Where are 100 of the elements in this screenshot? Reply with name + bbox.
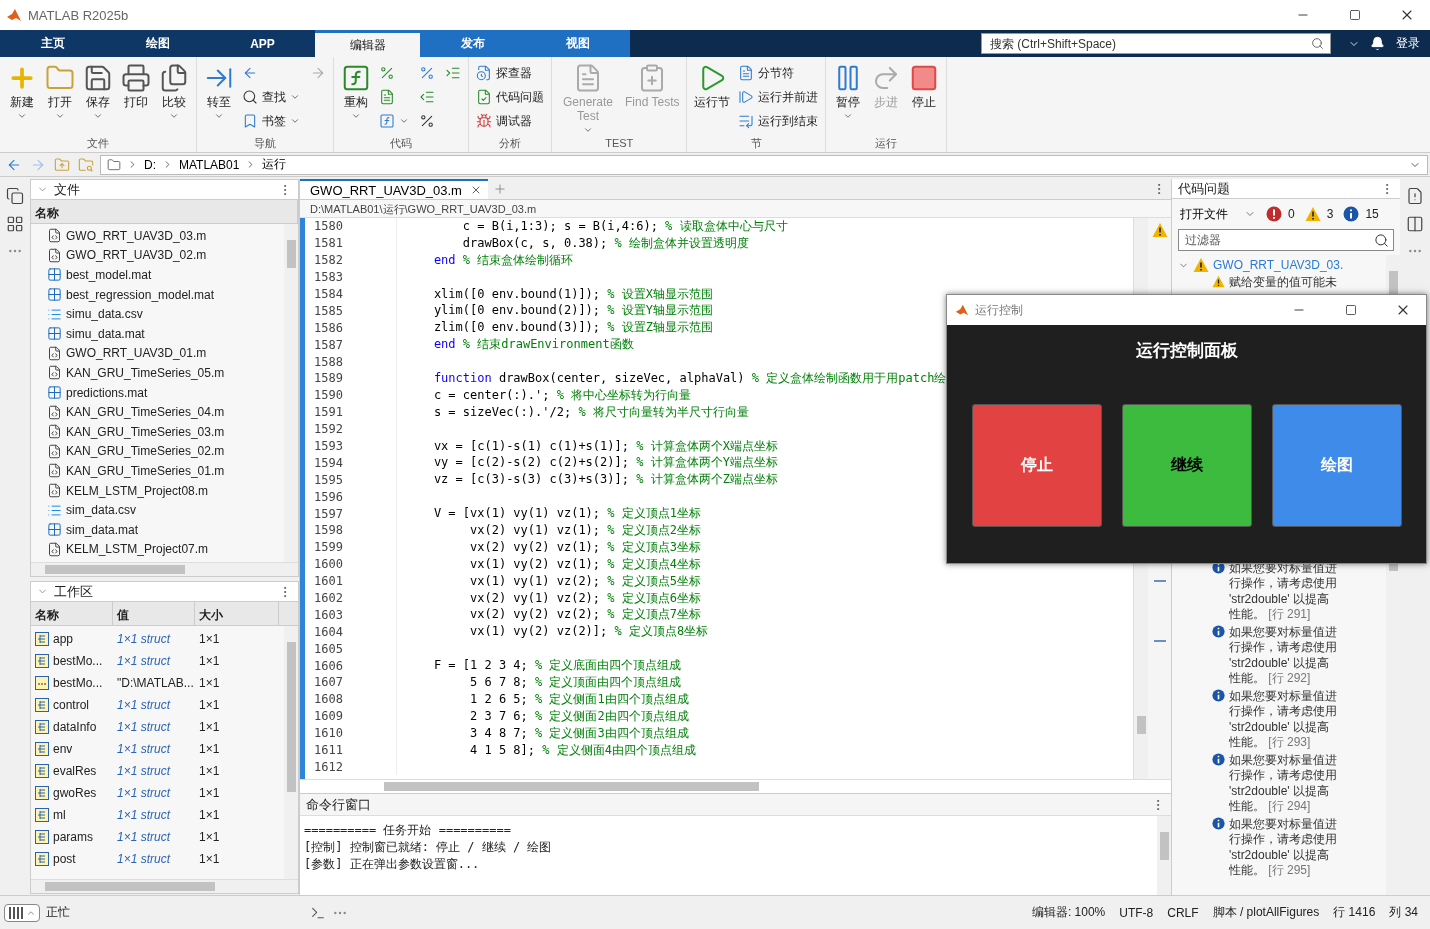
- code-line: vz = [c(3)-s(3) c(3)+s(3)]; % 计算盒体两个Z端点坐标: [432, 471, 778, 489]
- variable-value: "D:\MATLAB...: [117, 676, 194, 690]
- line-number: 1594: [313, 455, 344, 470]
- variable-size: 1×1: [199, 654, 220, 668]
- variable-size: 1×1: [199, 830, 220, 844]
- variable-size: 1×1: [199, 632, 220, 646]
- code-line: 2 3 7 6; % 定义侧面2由四个顶点组成: [469, 707, 689, 725]
- line-number: 1605: [313, 641, 344, 656]
- code-line: drawBox(c, s, 0.38); % 绘制盒体并设置透明度: [461, 234, 749, 252]
- console-line: [参数] 正在弹出参数设置窗...: [304, 856, 481, 873]
- panel-heading: 运行控制面板: [1135, 340, 1238, 362]
- code-line: vx(1) vy(1) vz(2); % 定义顶点5坐标: [469, 572, 701, 590]
- line-number: 1583: [313, 270, 344, 285]
- line-number: 1600: [313, 557, 344, 572]
- code-line: ylim([0 env.bound(2)]); % 设置Y轴显示范围: [432, 302, 713, 320]
- line-number: 1606: [313, 658, 344, 673]
- code-line: vy = [c(2)-s(2) c(2)+s(2)]; % 计算盒体两个Y端点坐标: [432, 454, 778, 472]
- info-count: 15: [1365, 207, 1379, 221]
- variable-size: 1×1: [199, 742, 220, 756]
- code-line: 4 1 5 8]; % 定义侧面4由四个顶点组成: [469, 741, 696, 759]
- error-count: 0: [1288, 207, 1295, 221]
- line-number: 1598: [313, 523, 344, 538]
- code-line: vx(2) vy(2) vz(1); % 定义顶点3坐标: [469, 538, 701, 556]
- line-number: 1599: [313, 540, 344, 555]
- status-text: 正忙: [46, 904, 71, 921]
- line-number: 1607: [313, 675, 344, 690]
- code-line: function drawBox(center, sizeVec, alphaVal) % 定义盒体绘制函数用于用patch绘: [432, 369, 947, 387]
- code-line: 1 2 6 5; % 定义侧面1由四个顶点组成: [469, 690, 689, 708]
- group-label: 导航: [254, 136, 276, 151]
- code-line: xlim([0 env.bound(1)]); % 设置X轴显示范围: [432, 285, 713, 303]
- line-number: 1601: [313, 574, 344, 589]
- variable-size: 1×1: [199, 852, 220, 866]
- line-number: 1586: [313, 320, 344, 335]
- panel-title: 文件: [54, 180, 81, 199]
- variable-size: 1×1: [199, 764, 220, 778]
- line-number: 1596: [313, 489, 344, 504]
- line-number: 1581: [313, 236, 344, 251]
- variable-value: 1×1 struct: [117, 720, 171, 734]
- code-line: end % 结束盒体绘制循环: [432, 251, 574, 269]
- status-item: 编辑器: 100%: [1031, 904, 1106, 921]
- code-line: vx(2) vy(1) vz(2); % 定义顶点6坐标: [469, 589, 701, 607]
- variable-value: 1×1 struct: [117, 654, 171, 668]
- console-line: [控制] 控制窗已就绪: 停止 / 继续 / 绘图: [304, 839, 553, 856]
- code-line: F = [1 2 3 4; % 定义底面由四个顶点组成: [432, 657, 682, 675]
- variable-value: 1×1 struct: [117, 808, 171, 822]
- group-label: 分析: [499, 136, 521, 151]
- line-number: 1589: [313, 371, 344, 386]
- line-number: 1611: [313, 743, 344, 758]
- group-label: 运行: [875, 136, 898, 151]
- panel-title: 命令行窗口: [306, 795, 372, 814]
- line-number: 1587: [313, 337, 344, 352]
- variable-value: 1×1 struct: [117, 852, 171, 866]
- line-number: 1602: [313, 591, 344, 606]
- variable-size: 1×1: [199, 808, 220, 822]
- dialog-title: 运行控制: [975, 301, 1024, 319]
- code-line: vx = [c(1)-s(1) c(1)+s(1)]; % 计算盒体两个X端点坐标: [432, 437, 778, 455]
- group-label: 节: [750, 136, 762, 151]
- line-number: 1612: [313, 759, 344, 774]
- variable-value: 1×1 struct: [117, 698, 171, 712]
- group-label: 代码: [390, 136, 412, 151]
- variable-value: 1×1 struct: [117, 830, 171, 844]
- code-line: c = center(:).'; % 将中心坐标转为行向量: [432, 386, 692, 404]
- variable-size: 1×1: [199, 698, 220, 712]
- code-line: 5 6 7 8; % 定义顶面由四个顶点组成: [469, 674, 682, 691]
- line-number: 1592: [313, 422, 344, 437]
- line-number: 1603: [313, 607, 344, 622]
- group-label: TEST: [605, 137, 634, 151]
- code-line: c = B(i,1:3); s = B(i,4:6); % 读取盒体中心与尺寸: [461, 218, 788, 235]
- line-number: 1604: [313, 624, 344, 639]
- line-number: 1582: [313, 253, 344, 268]
- panel-title: 代码问题: [1178, 179, 1231, 198]
- status-item: 列 34: [1389, 904, 1418, 921]
- line-number: 1588: [313, 354, 344, 369]
- code-line: vx(2) vy(1) vz(1); % 定义顶点2坐标: [469, 522, 701, 539]
- variable-size: 1×1: [199, 676, 220, 690]
- status-item: 行 1416: [1333, 904, 1376, 921]
- code-line: 3 4 8 7; % 定义侧面3由四个顶点组成: [469, 724, 689, 742]
- line-number: 1597: [313, 506, 344, 521]
- line-number: 1591: [313, 405, 344, 420]
- line-number: 1608: [313, 692, 344, 707]
- line-number: 1609: [313, 709, 344, 724]
- variable-size: 1×1: [199, 786, 220, 800]
- code-line: vx(2) vy(2) vz(2); % 定义顶点7坐标: [469, 606, 701, 624]
- line-number: 1593: [313, 439, 344, 453]
- line-number: 1595: [313, 472, 344, 487]
- warning-count: 3: [1326, 207, 1334, 221]
- code-line: vx(1) vy(2) vz(1); % 定义顶点4坐标: [469, 555, 701, 573]
- line-number: 1590: [313, 388, 344, 403]
- code-line: end % 结束drawEnvironment函数: [432, 336, 634, 354]
- code-line: vx(1) vy(2) vz(2)]; % 定义顶点8坐标: [469, 623, 709, 641]
- variable-value: 1×1 struct: [117, 764, 171, 778]
- code-line: s = sizeVec(:).'/2; % 将尺寸向量转为半尺寸行向量: [432, 403, 749, 421]
- group-label: 文件: [87, 136, 109, 151]
- file-path: D:\MATLAB01\运行\GWO_RRT_UAV3D_03.m: [300, 200, 1171, 218]
- window-title: MATLAB R2025b: [28, 7, 130, 23]
- status-item: CRLF: [1167, 905, 1199, 920]
- variable-value: 1×1 struct: [117, 742, 171, 756]
- line-number: 1610: [313, 726, 344, 741]
- variable-value: 1×1 struct: [117, 632, 171, 646]
- panel-title: 工作区: [54, 582, 94, 601]
